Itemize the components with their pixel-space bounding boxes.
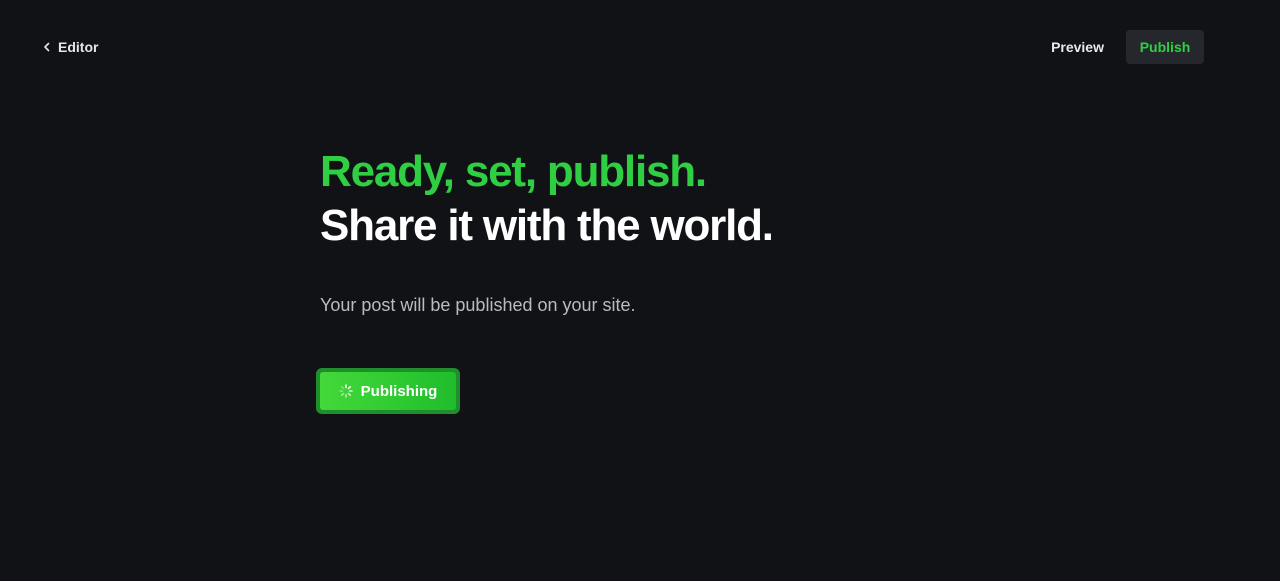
page-title: Ready, set, publish. Share it with the w… (320, 145, 960, 253)
publish-panel: Ready, set, publish. Share it with the w… (316, 145, 960, 414)
publish-button[interactable]: Publish (1126, 30, 1204, 64)
chevron-left-icon (42, 41, 52, 53)
back-link-label: Editor (58, 39, 99, 55)
publish-description: Your post will be published on your site… (320, 295, 636, 315)
back-to-editor-link[interactable]: Editor (42, 36, 98, 58)
preview-button[interactable]: Preview (1029, 30, 1126, 64)
headline-line-1: Ready, set, publish. (320, 147, 707, 196)
spinner-icon (338, 384, 353, 398)
top-bar: Editor Preview Publish (0, 0, 1280, 94)
headline-line-2: Share it with the world. (320, 201, 774, 250)
top-actions: Preview Publish (1029, 30, 1204, 64)
publishing-label: Publishing (360, 382, 438, 400)
publishing-button[interactable]: Publishing (316, 368, 460, 414)
publishing-button-inner: Publishing (320, 372, 456, 410)
